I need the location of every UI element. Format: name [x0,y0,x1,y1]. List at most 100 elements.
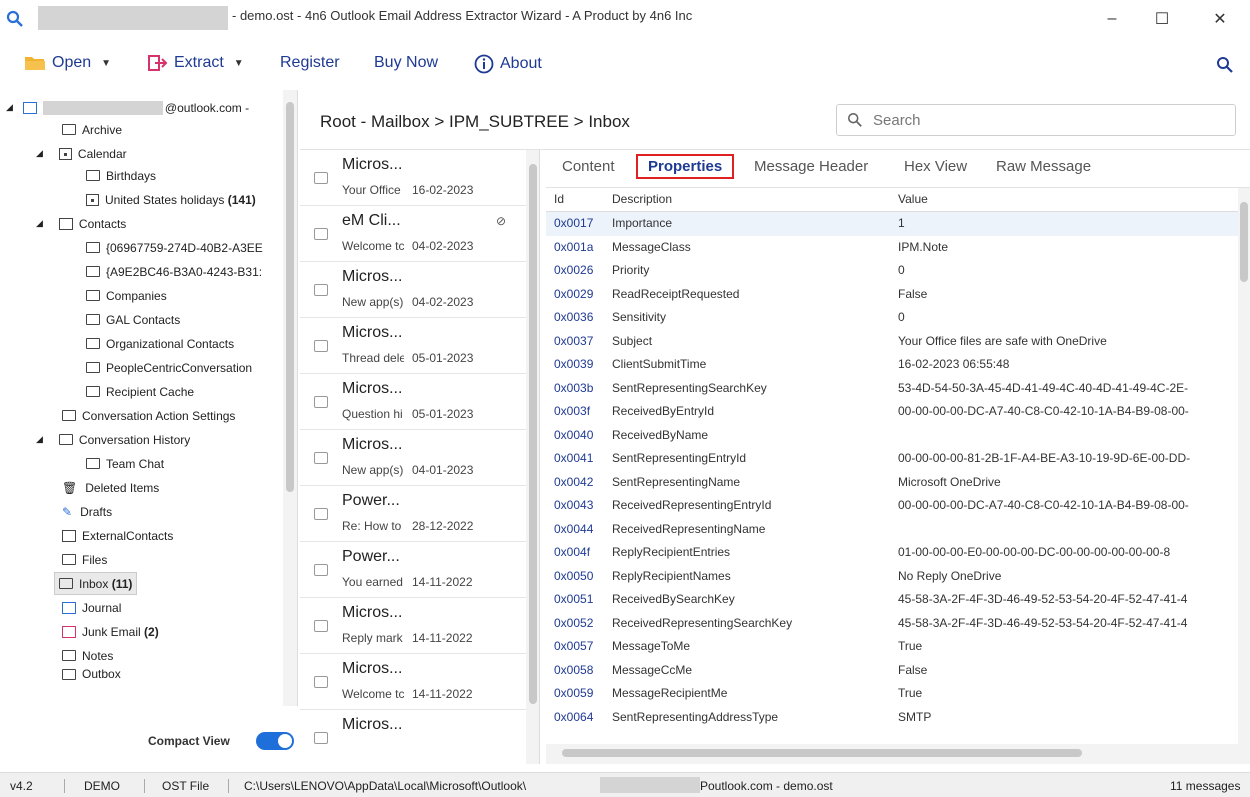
tree-scrollbar[interactable] [283,90,297,706]
close-button[interactable]: ✕ [1200,4,1240,34]
tree-item-journal[interactable]: Journal [62,596,121,619]
table-row[interactable]: 0x0052 ReceivedRepresentingSearchKey 45-58… [546,612,1238,636]
tree-item-calendar[interactable]: ◢ Calendar [36,142,127,165]
search-app-icon [6,10,23,27]
tab-hex-view[interactable]: Hex View [904,158,967,175]
tree-item-external-contacts[interactable]: ExternalContacts [62,524,173,547]
tab-content[interactable]: Content [562,158,615,175]
tree-item-deleted-items[interactable]: 🗑 Deleted Items [62,476,159,499]
tree-item-us-holidays[interactable]: United States holidays (141) [86,188,256,211]
tree-item-contacts[interactable]: ◢ Contacts [36,212,126,235]
table-row[interactable]: 0x0042 SentRepresentingName Microsoft OneD… [546,471,1238,495]
message-item[interactable]: Micros... Question hi 05-01-2023 [300,374,526,430]
cell-id: 0x004f [554,545,591,559]
scroll-thumb[interactable] [1240,202,1248,282]
contacts-icon [62,529,76,542]
tree-account[interactable]: ◢ @outlook.com - [6,96,249,119]
table-row[interactable]: 0x0040 ReceivedByName [546,424,1238,448]
toolbar: Open ▼ Extract ▼ Register Buy Now About [0,42,1250,90]
envelope-icon [314,172,328,184]
table-row[interactable]: 0x0058 MessageCcMe False [546,659,1238,683]
scroll-thumb[interactable] [529,164,537,704]
table-row[interactable]: 0x0041 SentRepresentingEntryId 00-00-00-00… [546,447,1238,471]
cell-value: True [898,686,923,700]
message-item[interactable]: Micros... Your Office 16-02-2023 [300,150,526,206]
search-input[interactable]: Search [836,104,1236,136]
compact-view-toggle[interactable] [256,732,294,750]
message-item[interactable]: Micros... New app(s) 04-02-2023 [300,262,526,318]
open-menu[interactable]: Open ▼ [24,54,111,72]
tree-item-archive[interactable]: Archive [62,118,122,141]
extract-menu[interactable]: Extract ▼ [148,54,244,72]
table-row[interactable]: 0x001a MessageClass IPM.Note [546,236,1238,260]
table-row[interactable]: 0x0057 MessageToMe True [546,635,1238,659]
tree-item-label: Calendar [77,146,127,161]
tree-item-outbox[interactable]: Outbox [62,666,121,682]
message-item[interactable]: Micros... [300,710,526,764]
tree-item-inbox[interactable]: Inbox (11) [54,572,138,595]
table-row[interactable]: 0x0044 ReceivedRepresentingName [546,518,1238,542]
tree-item-recipient-cache[interactable]: Recipient Cache [86,380,194,403]
message-list-scrollbar[interactable] [526,150,539,764]
table-row[interactable]: 0x0029 ReadReceiptRequested False [546,283,1238,307]
scroll-thumb[interactable] [562,749,1082,757]
search-icon[interactable] [1216,56,1234,74]
col-id[interactable]: Id [554,192,602,206]
properties-scrollbar[interactable] [1238,188,1250,744]
table-row[interactable]: 0x003b SentRepresentingSearchKey 53-4D-54-… [546,377,1238,401]
table-row[interactable]: 0x0051 ReceivedBySearchKey 45-58-3A-2F-4F-… [546,588,1238,612]
folder-icon [86,386,100,397]
tree-item-organizational-contacts[interactable]: Organizational Contacts [86,332,234,355]
message-item[interactable]: Micros... Welcome tc 14-11-2022 [300,654,526,710]
tree-item-companies[interactable]: Companies [86,284,167,307]
tree-item-notes[interactable]: Notes [62,644,113,667]
tab-properties[interactable]: Properties [636,154,735,179]
table-header: Id Description Value [546,188,1238,212]
tab-raw-message[interactable]: Raw Message [996,158,1091,175]
table-row[interactable]: 0x0059 MessageRecipientMe True [546,682,1238,706]
maximize-button[interactable]: ☐ [1142,4,1182,34]
about-button[interactable]: About [474,54,542,74]
table-row[interactable]: 0x0037 Subject Your Office files are safe … [546,330,1238,354]
cell-description: ReceivedRepresentingEntryId [612,498,772,512]
scroll-thumb[interactable] [286,102,294,492]
buy-now-button[interactable]: Buy Now [374,54,438,72]
register-button[interactable]: Register [280,54,340,72]
message-item[interactable]: Micros... Reply mark 14-11-2022 [300,598,526,654]
table-row[interactable]: 0x0036 Sensitivity 0 [546,306,1238,330]
properties-hscrollbar[interactable] [546,744,1250,764]
message-item[interactable]: Micros... New app(s) 04-01-2023 [300,430,526,486]
message-item[interactable]: eM Cli... ⊘ Welcome tc 04-02-2023 [300,206,526,262]
tree-item-gal-contacts[interactable]: GAL Contacts [86,308,180,331]
col-value[interactable]: Value [898,192,1238,206]
table-row[interactable]: 0x004f ReplyRecipientEntries 01-00-00-00-E… [546,541,1238,565]
message-item[interactable]: Power... You earned 14-11-2022 [300,542,526,598]
col-description[interactable]: Description [612,192,892,206]
table-row[interactable]: 0x0039 ClientSubmitTime 16-02-2023 06:55:4… [546,353,1238,377]
calendar-icon [58,147,72,160]
tree-item-junk-email[interactable]: Junk Email (2) [62,620,159,643]
table-row[interactable]: 0x0064 SentRepresentingAddressType SMTP [546,706,1238,730]
divider [64,779,65,793]
tree-item-contact-folder-2[interactable]: {A9E2BC46-B3A0-4243-B31: [86,260,262,283]
table-row[interactable]: 0x0050 ReplyRecipientNames No Reply OneDri… [546,565,1238,589]
tree-item-files[interactable]: Files [62,548,107,571]
table-row[interactable]: 0x0043 ReceivedRepresentingEntryId 00-00-0… [546,494,1238,518]
table-row[interactable]: 0x0026 Priority 0 [546,259,1238,283]
tree-item-birthdays[interactable]: Birthdays [86,164,156,187]
tree-item-drafts[interactable]: ✎ Drafts [62,500,112,523]
tree-item-team-chat[interactable]: Team Chat [86,452,164,475]
minimize-button[interactable]: – [1092,4,1132,34]
table-row[interactable]: 0x003f ReceivedByEntryId 00-00-00-00-DC-A7… [546,400,1238,424]
tab-message-header[interactable]: Message Header [754,158,868,175]
tree-item-contact-folder-1[interactable]: {06967759-274D-40B2-A3EE [86,236,263,259]
table-row[interactable]: 0x0017 Importance 1 [546,212,1238,236]
message-item[interactable]: Micros... Thread dele 05-01-2023 [300,318,526,374]
tree-item-conversation-history[interactable]: ◢ Conversation History [36,428,190,451]
folder-icon [62,650,76,661]
message-item[interactable]: Power... Re: How to 28-12-2022 [300,486,526,542]
tree-item-conversation-action[interactable]: Conversation Action Settings [62,404,235,427]
message-snippet: Welcome tc [342,239,404,253]
folder-icon [86,170,100,181]
tree-item-peoplecentric[interactable]: PeopleCentricConversation [86,356,252,379]
